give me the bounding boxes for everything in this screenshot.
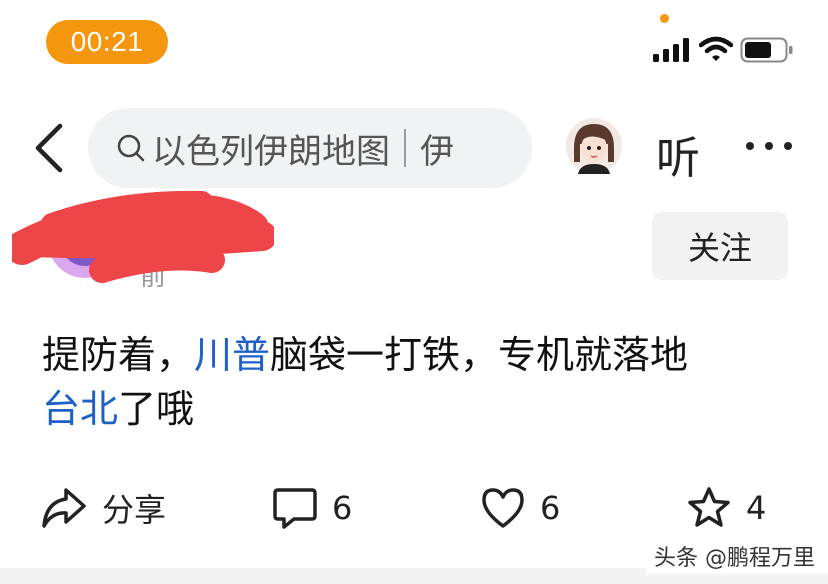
comment-icon bbox=[273, 488, 317, 529]
share-icon bbox=[42, 488, 86, 528]
heart-icon bbox=[482, 488, 524, 528]
listen-button[interactable]: 听 bbox=[656, 122, 700, 186]
search-query-text: 以色列伊朗地图 bbox=[152, 131, 390, 172]
watermark-text: 头条 @鹏程万里 bbox=[654, 546, 815, 571]
favorite-count: 4 bbox=[746, 489, 767, 527]
follow-button[interactable]: 关注 bbox=[652, 212, 788, 280]
content-text: 了哦 bbox=[118, 387, 195, 431]
comment-button[interactable]: 6 bbox=[272, 480, 352, 536]
share-button[interactable]: 分享 bbox=[40, 480, 166, 536]
favorite-button[interactable]: 4 bbox=[686, 480, 766, 536]
search-divider bbox=[404, 129, 406, 167]
battery-icon bbox=[740, 37, 793, 63]
assistant-avatar-icon[interactable] bbox=[566, 118, 622, 174]
search-icon bbox=[117, 134, 145, 162]
topic-link-trump[interactable]: 川普 bbox=[194, 333, 270, 377]
search-bar[interactable]: 以色列伊朗地图 伊 bbox=[88, 108, 532, 188]
privacy-indicator-dot bbox=[660, 14, 669, 23]
topic-link-taipei[interactable]: 台北 bbox=[42, 387, 118, 431]
post-content: 提防着，川普脑袋一打铁，专机就落地台北了哦 bbox=[42, 328, 802, 436]
share-label: 分享 bbox=[102, 491, 167, 529]
like-count: 6 bbox=[540, 489, 561, 527]
redaction-scribble bbox=[12, 190, 274, 283]
search-next-query: 伊 bbox=[420, 131, 454, 172]
star-icon bbox=[688, 487, 730, 527]
more-icon[interactable] bbox=[744, 136, 794, 156]
like-button[interactable]: 6 bbox=[480, 480, 560, 536]
wifi-icon bbox=[699, 36, 733, 61]
comment-count: 6 bbox=[332, 489, 353, 527]
content-text: 脑袋一打铁，专机就落地 bbox=[270, 333, 689, 377]
cellular-signal-icon bbox=[653, 38, 689, 62]
back-icon[interactable] bbox=[30, 122, 70, 174]
status-time: 00:21 bbox=[46, 20, 168, 64]
content-text: 提防着， bbox=[42, 333, 195, 377]
